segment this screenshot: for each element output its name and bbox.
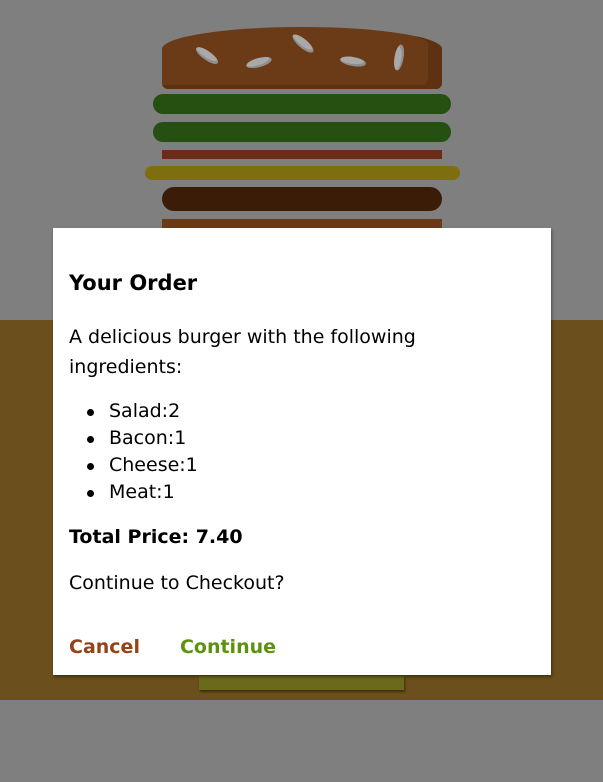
meat-layer [162,187,442,211]
checkout-prompt: Continue to Checkout? [69,572,285,594]
bacon-layer [162,150,442,159]
bread-top [162,27,442,89]
cancel-button[interactable]: Cancel [69,634,140,660]
list-item: Salad:2 [69,398,535,425]
salad-layer [153,122,451,142]
cheese-layer [145,166,460,180]
seed [339,54,367,69]
seed [245,54,273,71]
list-item: Cheese:1 [69,452,535,479]
order-now-button-obscured [199,676,404,690]
list-item: Bacon:1 [69,425,535,452]
modal-title: Your Order [69,271,198,295]
seed [290,31,316,56]
modal-actions: Cancel Continue [69,634,535,660]
salad-layer [153,94,451,114]
ingredient-list: Salad:2 Bacon:1 Cheese:1 Meat:1 [69,398,535,506]
seed [193,44,221,67]
order-description: A delicious burger with the following in… [69,326,416,378]
seed [392,43,406,72]
total-price: Total Price: 7.40 [69,526,243,548]
page: Your Order A delicious burger with the f… [0,0,603,782]
order-summary-modal: Your Order A delicious burger with the f… [53,228,551,675]
build-controls-area [0,700,603,782]
continue-button[interactable]: Continue [180,634,276,660]
list-item: Meat:1 [69,479,535,506]
